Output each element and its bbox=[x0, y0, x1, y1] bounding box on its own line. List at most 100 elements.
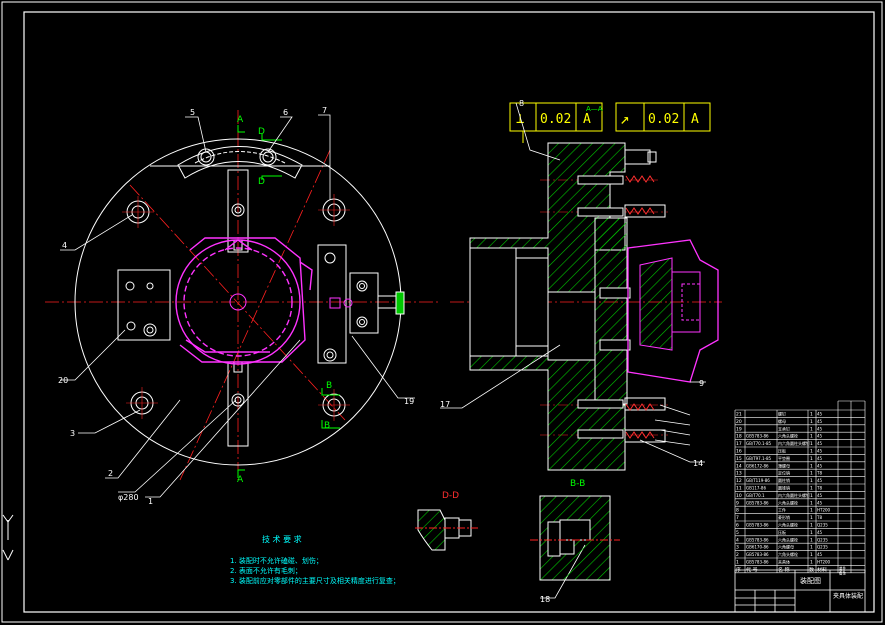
section-mark-a-top: A bbox=[237, 115, 244, 125]
bom-row-name: 螺母 bbox=[778, 418, 786, 424]
title-dd: D-D bbox=[442, 491, 459, 501]
note-1: 1. 装配时不允许磕碰、划伤； bbox=[230, 556, 323, 565]
tol-left-value: 0.02 bbox=[540, 112, 571, 127]
bom-row-name: 圆柱销 bbox=[778, 477, 790, 483]
bom-row-index: 18 bbox=[736, 434, 742, 440]
label-17: 17 bbox=[440, 400, 450, 409]
tol-left-note: A—A bbox=[586, 105, 603, 113]
bom-row-code: GB/T70.1 bbox=[746, 493, 765, 498]
bom-row-qty: 1 bbox=[810, 449, 813, 455]
bom-row-material: Q235 bbox=[817, 537, 828, 542]
bom-row-qty: 1 bbox=[810, 486, 813, 492]
bom-row-index: 14 bbox=[736, 463, 742, 469]
bom-row-index: 10 bbox=[736, 493, 742, 499]
bom-row-qty: 1 bbox=[810, 500, 813, 506]
bom-row-material: 45 bbox=[817, 463, 823, 468]
detail-bb: B-B bbox=[530, 479, 620, 581]
bom-row-name: 六角螺母 bbox=[778, 544, 794, 550]
bom-row-name: 螺钉 bbox=[778, 411, 786, 417]
bom-row-code: GB5783-86 bbox=[746, 523, 769, 528]
bom-row-index: 21 bbox=[736, 412, 742, 418]
bom-row-qty: 1 bbox=[810, 471, 813, 477]
bom-row-code: GB5783-86 bbox=[746, 560, 769, 565]
bom-row-code: GB/T97.1-85 bbox=[746, 456, 772, 461]
title-note: 夹具体装配 bbox=[833, 592, 863, 600]
bom-row-code: GB5783-86 bbox=[746, 500, 769, 505]
bom-row-material: 45 bbox=[817, 412, 823, 417]
bom-row-qty: 1 bbox=[810, 434, 813, 440]
bom-row-name: 内六角圆柱头螺钉 bbox=[778, 440, 810, 446]
bom-row-index: 12 bbox=[736, 478, 742, 484]
bom-row-material: T8 bbox=[816, 515, 822, 520]
tol-right-symbol: ↗ bbox=[620, 109, 630, 128]
bom-row-index: 8 bbox=[736, 508, 739, 514]
tol-left-datum: A bbox=[583, 112, 591, 127]
bom-row-name: 定位销 bbox=[778, 470, 790, 476]
bom-row-material: T8 bbox=[816, 486, 822, 491]
bom-row-material: 45 bbox=[817, 434, 823, 439]
bom-row-name: 工件 bbox=[778, 507, 786, 513]
bom-row-name: 内六角圆柱头螺钉 bbox=[778, 492, 810, 498]
bom-row-material: 45 bbox=[817, 456, 823, 461]
bom-row-name: 夹具体 bbox=[778, 559, 790, 565]
bom-row-material: 45 bbox=[817, 441, 823, 446]
bom-row-name: 六角头螺栓 bbox=[778, 433, 798, 439]
bom-row-index: 5 bbox=[736, 530, 739, 536]
bom-row-code: GB/T70.1-85 bbox=[746, 441, 772, 446]
bom-row-qty: 1 bbox=[810, 426, 813, 432]
bom-row-qty: 1 bbox=[810, 419, 813, 425]
bom-row-qty: 1 bbox=[810, 412, 813, 418]
bom-row-name: 菱形销 bbox=[778, 514, 790, 520]
label-3: 3 bbox=[70, 429, 75, 438]
bom-row-code: GB6170-86 bbox=[746, 545, 769, 550]
bom-row-material: 45 bbox=[817, 493, 823, 498]
tol-right-datum: A bbox=[691, 112, 699, 127]
label-2: 2 bbox=[108, 469, 113, 478]
bom-row-index: 13 bbox=[736, 471, 742, 477]
bom-row-code: GB/T119-86 bbox=[746, 478, 770, 483]
note-2: 2. 表面不允许有毛刺； bbox=[230, 566, 302, 575]
label-7: 7 bbox=[322, 106, 327, 115]
label-14: 14 bbox=[693, 459, 703, 468]
label-20: 20 bbox=[58, 376, 68, 385]
bom-row-index: 2 bbox=[736, 552, 739, 558]
label-6: 6 bbox=[283, 108, 288, 117]
section-mark-b-bottom: B bbox=[324, 421, 330, 431]
bom-row-index: 3 bbox=[736, 545, 739, 551]
bom-row-name: 六角头螺栓 bbox=[778, 536, 798, 542]
bom-row-material: 45 bbox=[817, 500, 823, 505]
bom-row-material: T8 bbox=[816, 471, 822, 476]
bom-row-code: GB6172-86 bbox=[746, 463, 769, 468]
bom-row-name: 压板 bbox=[778, 448, 786, 454]
bom-row-index: 19 bbox=[736, 426, 742, 432]
bom-row-name: 薄螺母 bbox=[778, 462, 790, 468]
bom-row-material: 45 bbox=[817, 449, 823, 454]
bom-row-material: 45 bbox=[817, 478, 823, 483]
bom-row-name: 圆锥销 bbox=[778, 485, 790, 491]
bom-row-name: 六角头螺栓 bbox=[778, 551, 798, 557]
technical-notes: 技 术 要 求 1. 装配时不允许磕碰、划伤； 2. 表面不允许有毛刺； 3. … bbox=[230, 534, 400, 585]
cad-drawing: A A D D B B 5 6 7 4 20 3 2 φ280 1 19 ⊥ 0… bbox=[1, 1, 883, 623]
bom-row-qty: 1 bbox=[810, 545, 813, 551]
bom-row-qty: 1 bbox=[810, 523, 813, 529]
bom-row-qty: 1 bbox=[810, 552, 813, 558]
label-18: 18 bbox=[540, 595, 550, 604]
plan-view: A A D D B B 5 6 7 4 20 3 2 φ280 1 19 bbox=[45, 106, 440, 506]
bom-row-code: GB117-86 bbox=[746, 486, 766, 491]
bom-row-qty: 1 bbox=[810, 537, 813, 543]
tol-right-value: 0.02 bbox=[648, 112, 679, 127]
corner-mark bbox=[2, 514, 14, 561]
label-9: 9 bbox=[699, 379, 704, 388]
detail-dd: D-D bbox=[415, 491, 478, 551]
bom-row-material: Q235 bbox=[817, 523, 828, 528]
label-8: 8 bbox=[519, 99, 524, 108]
bom-row-index: 7 bbox=[736, 515, 739, 521]
bom-row-material: HT200 bbox=[817, 508, 831, 513]
bom-row-material: 45 bbox=[817, 552, 823, 557]
label-5: 5 bbox=[190, 108, 195, 117]
section-mark-b-top: B bbox=[326, 381, 332, 391]
bom-row-index: 16 bbox=[736, 449, 742, 455]
bom-row-qty: 1 bbox=[810, 508, 813, 514]
section-mark-a-bottom: A bbox=[237, 475, 244, 485]
bom-row-qty: 1 bbox=[810, 463, 813, 469]
